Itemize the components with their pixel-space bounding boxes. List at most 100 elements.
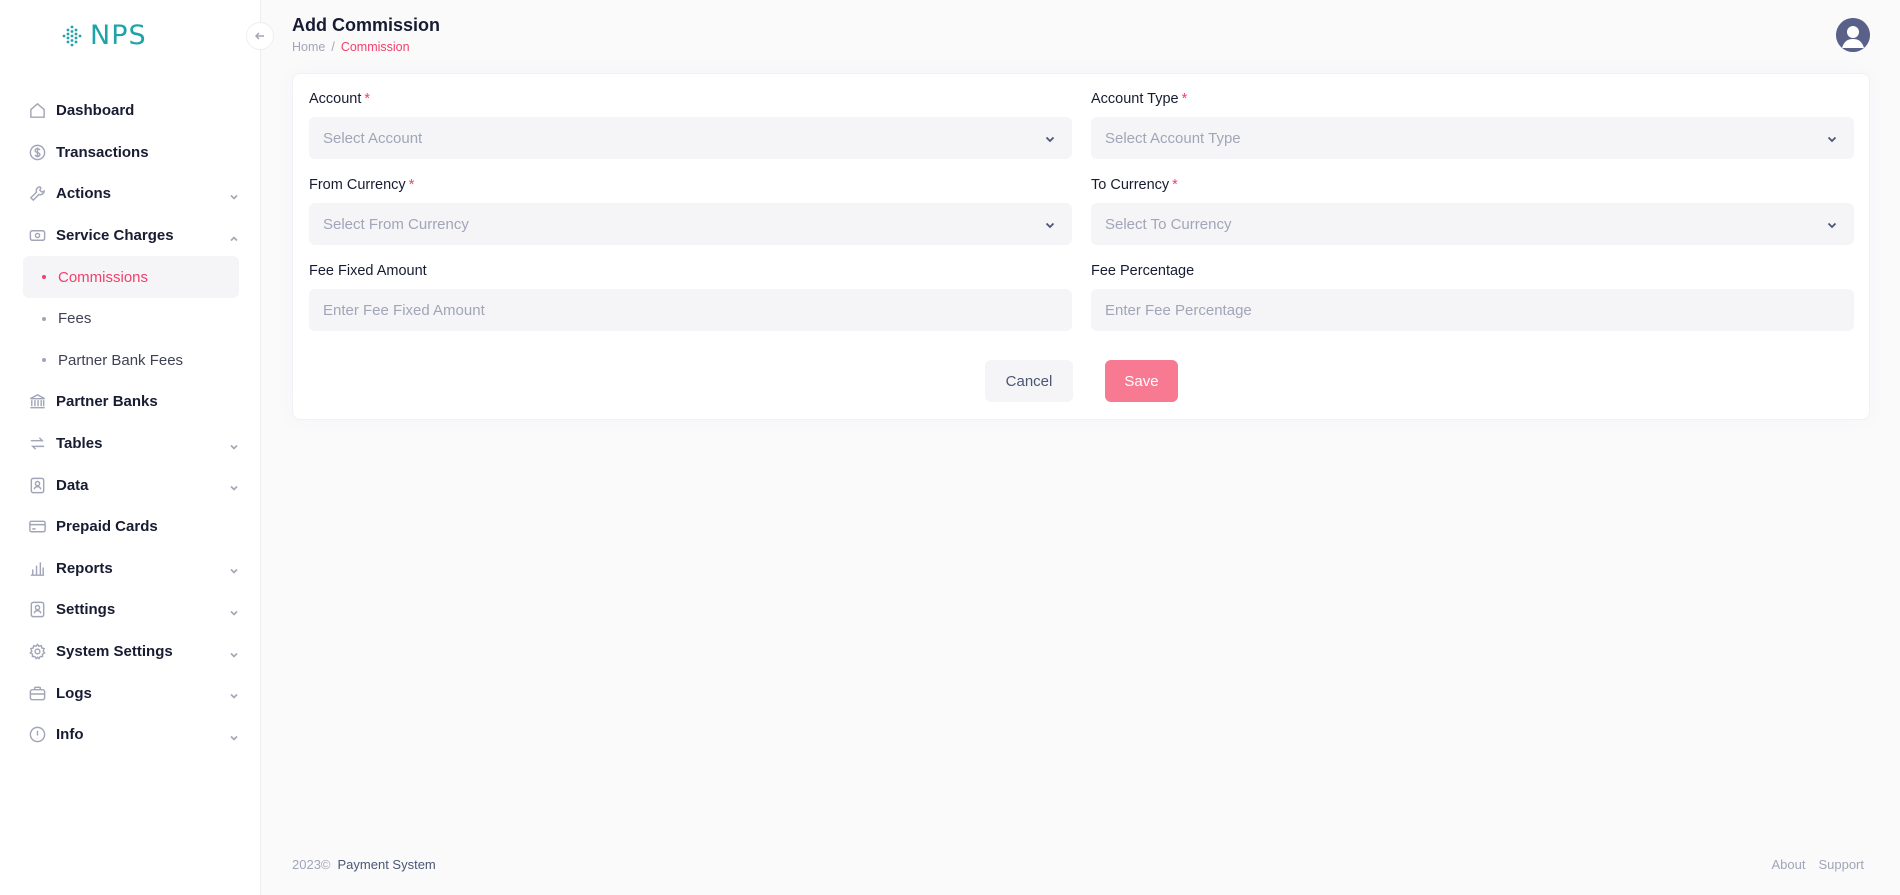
account-select-placeholder: Select Account [323,129,423,147]
footer-copyright: 2023© Payment System [292,857,436,872]
sidebar-item-label: Dashboard [56,102,135,120]
sidebar-item-prepaid-cards[interactable]: Prepaid Cards [0,506,261,548]
sidebar-item-label: Prepaid Cards [56,518,158,536]
sidebar-item-reports[interactable]: Reports [0,548,261,590]
chevron-down-icon [1044,132,1056,144]
chevron-down-icon [229,688,239,699]
sidebar-item-label: System Settings [56,643,173,661]
cancel-button[interactable]: Cancel [985,360,1073,402]
sidebar-item-label: Data [56,476,89,494]
sidebar-item-label: Reports [56,559,113,577]
sidebar-item-transactions[interactable]: Transactions [0,132,261,174]
required-mark: * [1172,177,1178,193]
to-currency-select-placeholder: Select To Currency [1105,215,1232,233]
footer-link-about[interactable]: About [1771,857,1805,872]
page-title: Add Commission [292,15,441,35]
sidebar-nav: Dashboard Transactions Actions Service C… [0,90,261,756]
sidebar-item-partner-banks[interactable]: Partner Banks [0,381,261,423]
sidebar-item-label: Tables [56,435,103,453]
sidebar-subitem-label: Partner Bank Fees [58,351,184,369]
sidebar-item-tables[interactable]: Tables [0,423,261,465]
fee-fixed-amount-label: Fee Fixed Amount [309,263,427,279]
sidebar-subitem-label: Fees [58,310,92,328]
info-icon [27,725,47,745]
chevron-down-icon [229,439,239,450]
footer-company[interactable]: Payment System [338,857,436,872]
sidebar-item-data[interactable]: Data [0,464,261,506]
from-currency-select[interactable]: Select From Currency [309,203,1072,245]
account-type-select-placeholder: Select Account Type [1105,129,1241,147]
sidebar-item-label: Actions [56,185,112,203]
gear-icon [27,642,47,662]
sidebar-item-info[interactable]: Info [0,714,261,756]
account-field: Account * Select Account [309,91,1072,159]
sidebar-subitem-partner-bank-fees[interactable]: Partner Bank Fees [0,340,261,382]
fee-percentage-wrapper [1091,289,1854,331]
credit-card-icon [27,517,47,537]
sidebar-item-system-settings[interactable]: System Settings [0,631,261,673]
bullet-icon [42,316,46,321]
fee-fixed-amount-wrapper [309,289,1072,331]
fee-percentage-field: Fee Percentage [1091,263,1854,331]
to-currency-select[interactable]: Select To Currency [1091,203,1854,245]
breadcrumb: Home / Commission [292,40,410,54]
bank-icon [27,392,47,412]
fee-fixed-amount-input[interactable] [323,301,1058,319]
chevron-down-icon [229,647,239,658]
account-label: Account * [309,91,371,107]
chevron-down-icon [229,563,239,574]
account-type-select[interactable]: Select Account Type [1091,117,1854,159]
fee-percentage-input[interactable] [1105,301,1840,319]
save-button[interactable]: Save [1105,360,1178,402]
fee-percentage-label: Fee Percentage [1091,263,1195,279]
fee-fixed-amount-field: Fee Fixed Amount [309,263,1072,331]
sidebar-item-label: Transactions [56,143,149,161]
briefcase-icon [27,683,47,703]
logo-icon [62,25,82,46]
required-mark: * [364,91,371,107]
chevron-down-icon [1044,218,1056,230]
cash-icon [27,226,47,246]
account-select[interactable]: Select Account [309,117,1072,159]
from-currency-label: From Currency * [309,177,415,193]
avatar[interactable] [1836,18,1870,52]
chevron-down-icon [229,605,239,616]
required-mark: * [1181,91,1188,107]
dollar-circle-icon [27,142,47,162]
from-currency-select-placeholder: Select From Currency [323,215,469,233]
arrow-left-icon [254,32,264,40]
breadcrumb-home[interactable]: Home [292,40,325,54]
sidebar-item-label: Info [56,726,84,744]
from-currency-field: From Currency * Select From Currency [309,177,1072,245]
account-type-field: Account Type * Select Account Type [1091,91,1854,159]
to-currency-label: To Currency * [1091,177,1178,193]
bullet-icon [42,275,46,280]
user-avatar-icon [1836,18,1870,52]
sidebar-item-dashboard[interactable]: Dashboard [0,90,261,132]
arrows-icon [27,434,47,454]
footer-links: About Support [1771,857,1864,872]
sidebar-subitem-commissions[interactable]: Commissions [23,256,239,298]
footer-year: 2023© [292,857,331,872]
sidebar-item-service-charges[interactable]: Service Charges [0,215,261,257]
chevron-up-icon [229,231,239,241]
chevron-down-icon [229,189,239,200]
sidebar-subitem-fees[interactable]: Fees [0,298,261,340]
sidebar-item-logs[interactable]: Logs [0,672,261,714]
sidebar-item-actions[interactable]: Actions [0,173,261,215]
chevron-down-icon [1826,218,1838,230]
wrench-icon [27,184,47,204]
logo-text: NPS [90,20,147,51]
sidebar: NPS Dashboard Transactions Actions Servi… [0,0,261,895]
logo[interactable]: NPS [60,20,147,51]
chevron-down-icon [1826,132,1838,144]
sidebar-item-label: Service Charges [56,227,174,245]
required-mark: * [408,177,415,193]
sidebar-item-settings[interactable]: Settings [0,589,261,631]
chevron-down-icon [229,480,239,491]
sidebar-item-label: Partner Banks [56,393,158,411]
footer-link-support[interactable]: Support [1818,857,1864,872]
sidebar-collapse-button[interactable] [246,22,274,50]
profile-icon [27,475,47,495]
account-type-label: Account Type * [1091,91,1188,107]
